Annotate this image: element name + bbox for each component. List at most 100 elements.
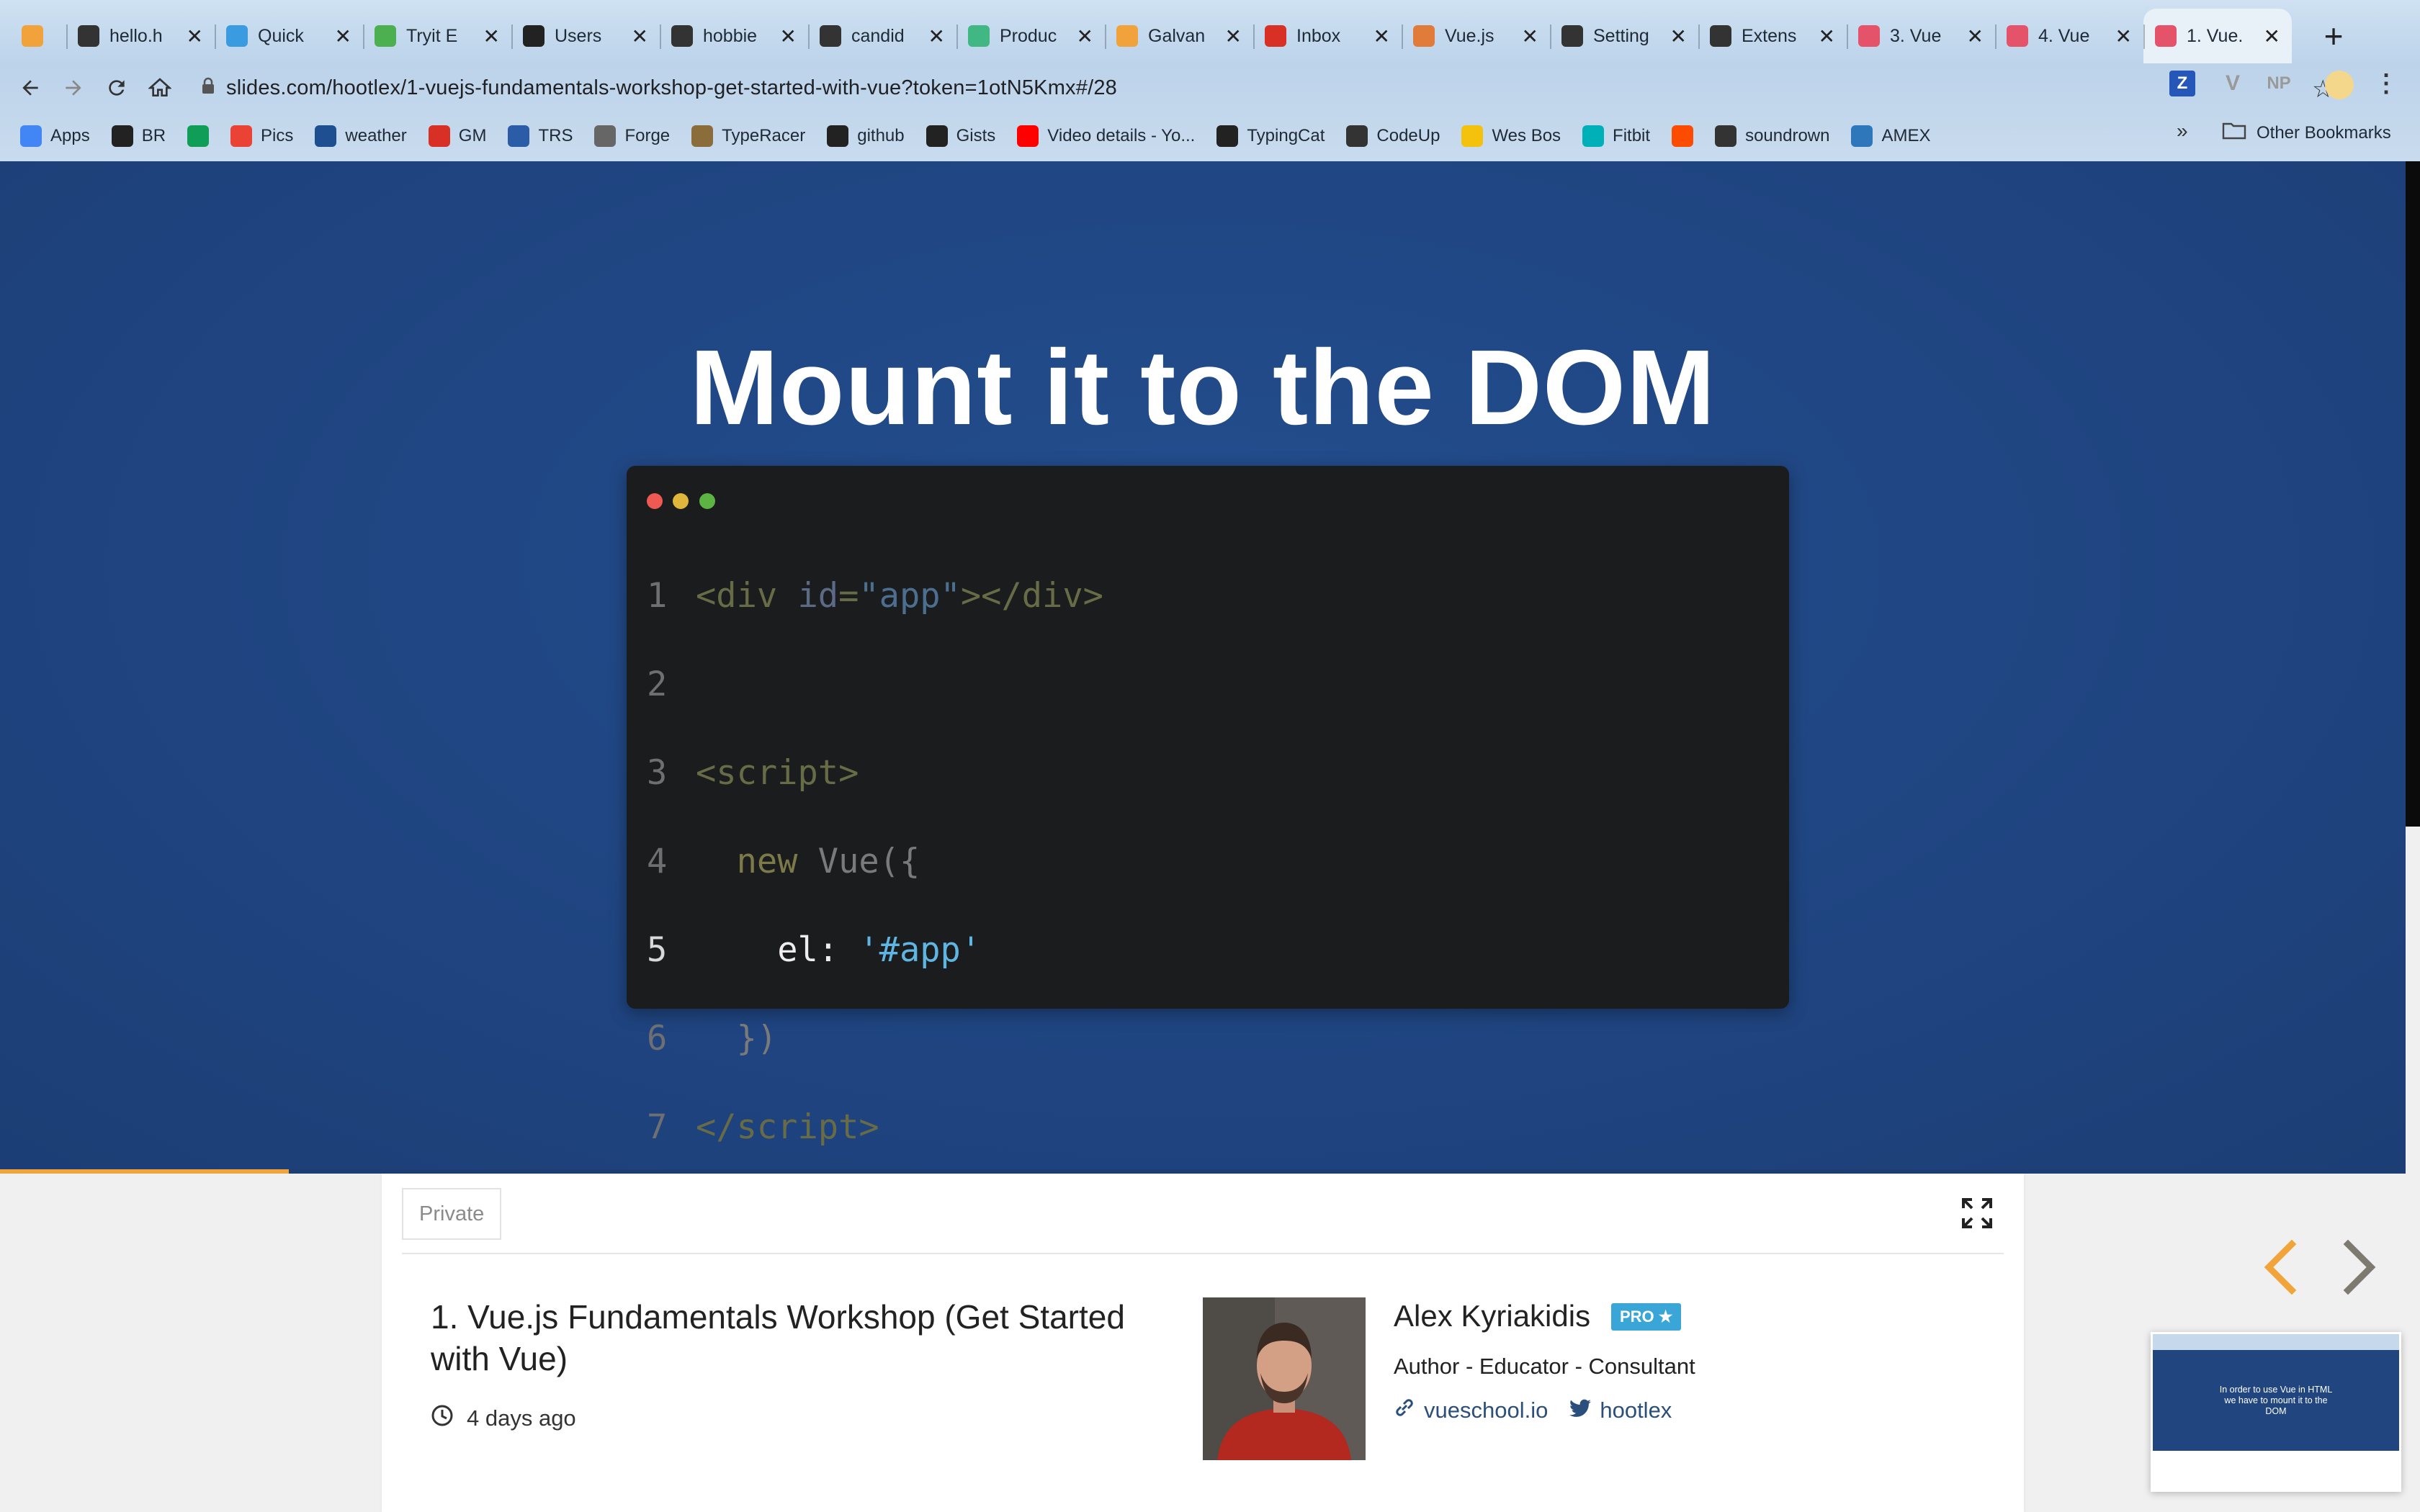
tab[interactable]: Quick ✕ — [215, 9, 363, 63]
close-icon[interactable]: ✕ — [928, 24, 945, 48]
tab[interactable]: Users ✕ — [511, 9, 660, 63]
zotero-extension-icon[interactable]: Z — [2169, 71, 2195, 96]
new-tab-button[interactable]: + — [2312, 13, 2355, 59]
weather-icon — [315, 125, 337, 147]
globe-icon — [1346, 125, 1368, 147]
close-icon[interactable]: ✕ — [1967, 24, 1984, 48]
bookmark-item[interactable]: Video details - Yo... — [1017, 125, 1195, 147]
close-icon[interactable]: ✕ — [2115, 24, 2132, 48]
bookmark-item[interactable]: Forge — [594, 125, 670, 147]
bookmarks-overflow-button[interactable]: » — [2177, 120, 2188, 143]
bookmark-item[interactable] — [187, 125, 210, 147]
forward-icon[interactable] — [52, 66, 95, 109]
fullscreen-icon[interactable] — [1960, 1197, 1994, 1230]
tab-title: Extens — [1742, 25, 1797, 46]
close-icon[interactable]: ✕ — [1225, 24, 1242, 48]
bookmark-item[interactable]: Wes Bos — [1461, 125, 1561, 147]
close-icon[interactable]: ✕ — [1670, 24, 1687, 48]
vue-icon — [1413, 25, 1435, 47]
tab-active[interactable]: 1. Vue. ✕ — [2143, 9, 2292, 63]
bookmark-item[interactable]: TypingCat — [1216, 125, 1325, 147]
author-website-link[interactable]: vueschool.io — [1394, 1397, 1548, 1424]
tab-title: Galvan — [1148, 25, 1206, 46]
tab-title: Inbox — [1296, 25, 1341, 46]
bookmark-item[interactable]: BR — [111, 125, 166, 147]
home-icon[interactable] — [138, 66, 182, 109]
author-avatar[interactable] — [1203, 1297, 1366, 1460]
tab-title: Setting — [1593, 25, 1649, 46]
close-icon[interactable]: ✕ — [1077, 24, 1093, 48]
previous-slide-arrow-icon[interactable] — [2259, 1237, 2302, 1297]
gear-icon — [1561, 25, 1583, 47]
thumbnail-slide-text: In order to use Vue in HTML we have to m… — [2153, 1350, 2399, 1451]
bookmark-item[interactable]: soundrown — [1715, 125, 1829, 147]
amex-icon — [1851, 125, 1873, 147]
forge-icon — [594, 125, 617, 147]
tab[interactable]: Inbox ✕ — [1253, 9, 1402, 63]
reload-icon[interactable] — [95, 66, 138, 109]
bookmark-label: Wes Bos — [1492, 126, 1561, 145]
bookmark-item[interactable]: Fitbit — [1582, 125, 1650, 147]
bookmark-item[interactable]: GM — [428, 125, 486, 147]
close-icon[interactable]: ✕ — [632, 24, 648, 48]
bookmark-item[interactable]: AMEX — [1851, 125, 1931, 147]
tab[interactable]: Vue.js ✕ — [1402, 9, 1550, 63]
browser-toolbar: slides.com/hootlex/1-vuejs-fundamentals-… — [0, 63, 2420, 112]
tab[interactable]: candid ✕ — [808, 9, 956, 63]
bookmark-label: Fitbit — [1613, 126, 1651, 145]
close-icon[interactable]: ✕ — [780, 24, 797, 48]
other-bookmarks-folder[interactable]: Other Bookmarks — [2222, 121, 2391, 145]
author-twitter-link[interactable]: hootlex — [1569, 1397, 1672, 1424]
author-name[interactable]: Alex Kyriakidis — [1394, 1299, 1590, 1333]
bookmark-item[interactable] — [1672, 125, 1694, 147]
np-extension-icon[interactable]: NP — [2259, 69, 2299, 98]
bookmark-item[interactable]: github — [827, 125, 905, 147]
menu-kebab-icon[interactable]: ⋮ — [2374, 69, 2398, 98]
crown-icon — [1461, 125, 1484, 147]
tab[interactable]: Produc ✕ — [956, 9, 1105, 63]
bookmark-item[interactable]: Gists — [926, 125, 995, 147]
tab[interactable]: Extens ✕ — [1698, 9, 1847, 63]
bookmark-item[interactable]: CodeUp — [1346, 125, 1440, 147]
close-icon[interactable]: ✕ — [2264, 24, 2280, 48]
vee-extension-icon[interactable]: V — [2218, 69, 2247, 98]
galvanize-icon — [22, 25, 43, 47]
tab-title: candid — [851, 25, 905, 46]
close-icon[interactable]: ✕ — [483, 24, 500, 48]
close-icon[interactable]: ✕ — [1373, 24, 1390, 48]
close-icon[interactable]: ✕ — [335, 24, 351, 48]
github-icon — [827, 125, 849, 147]
tab[interactable] — [10, 9, 66, 63]
bookmark-item[interactable]: Apps — [20, 125, 90, 147]
profile-avatar-icon[interactable] — [2325, 71, 2354, 99]
thumbnail-chrome — [2153, 1334, 2399, 1350]
address-bar[interactable]: slides.com/hootlex/1-vuejs-fundamentals-… — [202, 68, 2334, 108]
tab-title: hello.h — [109, 25, 163, 46]
bookmark-item[interactable]: TypeRacer — [691, 125, 805, 147]
drive-icon — [187, 125, 210, 147]
slides-icon — [2155, 25, 2177, 47]
tab[interactable]: Galvan ✕ — [1105, 9, 1253, 63]
bookmarks-bar: Apps BR Pics weather GM TRS Forge TypeRacer gith… — [0, 120, 2420, 153]
typeracer-icon — [691, 125, 714, 147]
bookmark-item[interactable]: weather — [315, 125, 407, 147]
next-slide-arrow-icon[interactable] — [2338, 1237, 2381, 1297]
tab[interactable]: Setting ✕ — [1550, 9, 1698, 63]
visibility-badge[interactable]: Private — [402, 1188, 502, 1240]
github-icon — [926, 125, 948, 147]
tab[interactable]: hobbie ✕ — [660, 9, 808, 63]
close-icon[interactable]: ✕ — [187, 24, 203, 48]
tab[interactable]: 4. Vue ✕ — [1995, 9, 2143, 63]
close-icon[interactable]: ✕ — [1522, 24, 1538, 48]
slide-viewport: Mount it to the DOM 1 <div id="app"></div… — [0, 161, 2406, 1295]
deck-title[interactable]: 1. Vue.js Fundamentals Workshop (Get Sta… — [431, 1296, 1151, 1380]
close-icon[interactable]: ✕ — [1819, 24, 1835, 48]
page-scrollbar[interactable] — [2406, 161, 2420, 827]
back-icon[interactable] — [9, 66, 52, 109]
slide-thumbnail-preview[interactable]: In order to use Vue in HTML we have to m… — [2151, 1332, 2401, 1492]
bookmark-item[interactable]: TRS — [508, 125, 573, 147]
tab[interactable]: 3. Vue ✕ — [1847, 9, 1995, 63]
bookmark-item[interactable]: Pics — [230, 125, 293, 147]
tab[interactable]: Tryit E ✕ — [363, 9, 511, 63]
tab[interactable]: hello.h ✕ — [66, 9, 215, 63]
